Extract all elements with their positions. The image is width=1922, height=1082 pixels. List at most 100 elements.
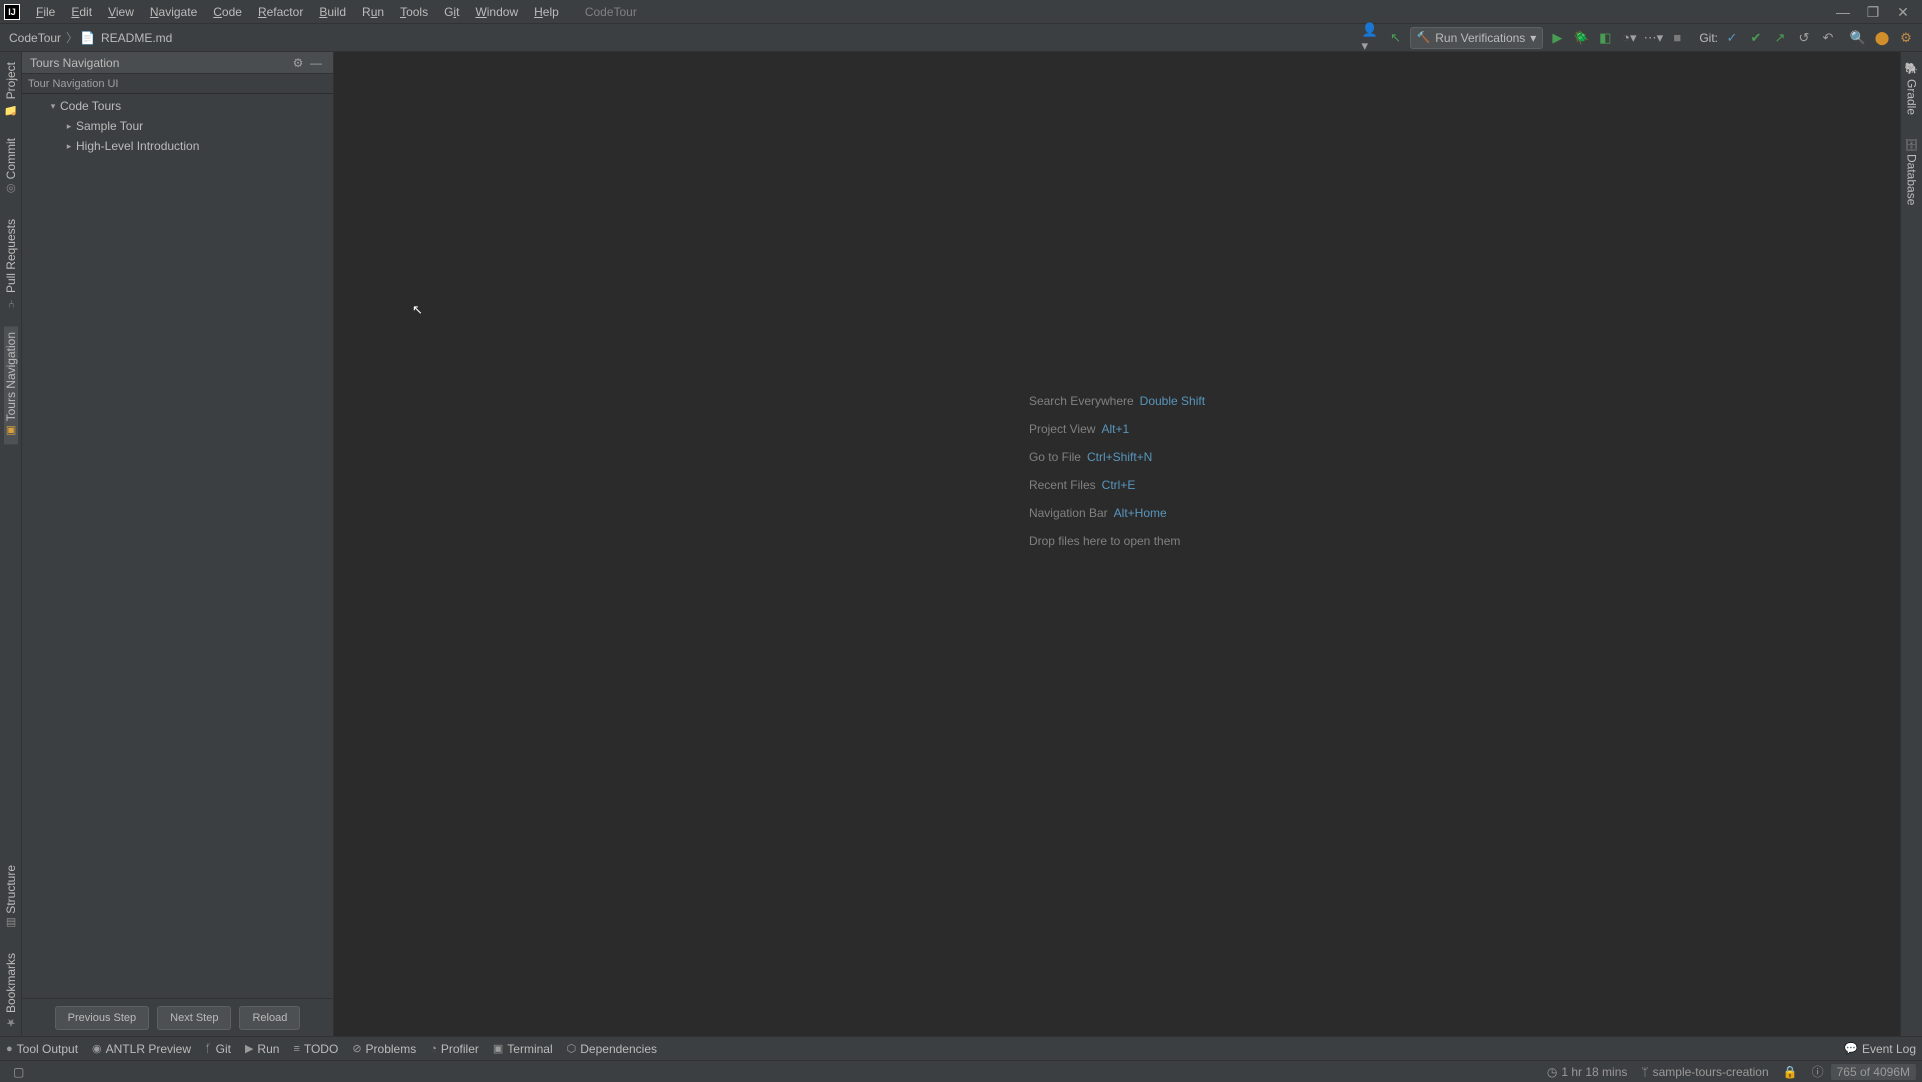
antlr-icon: ◉ — [92, 1042, 102, 1055]
info-icon: ⓘ — [1812, 1063, 1824, 1080]
tab-todo[interactable]: ≡TODO — [293, 1042, 338, 1056]
collapse-arrow-icon[interactable]: ▸ — [62, 141, 76, 152]
attach-button[interactable]: ⋯▾ — [1643, 28, 1663, 48]
vcs-rollback-icon[interactable]: ↶ — [1818, 28, 1838, 48]
debug-button[interactable]: 🪲 — [1571, 28, 1591, 48]
vcs-commit-icon[interactable]: ✔ — [1746, 28, 1766, 48]
hint-recent-files: Recent FilesCtrl+E — [1029, 476, 1205, 492]
tab-tool-output[interactable]: ●Tool Output — [6, 1042, 78, 1056]
tool-output-icon: ● — [6, 1043, 13, 1055]
gradle-icon: 🐘 — [1905, 62, 1919, 76]
previous-step-button[interactable]: Previous Step — [55, 1006, 149, 1030]
tab-run[interactable]: ▶Run — [245, 1042, 279, 1056]
menu-refactor[interactable]: Refactor — [250, 0, 311, 24]
hint-go-to-file: Go to FileCtrl+Shift+N — [1029, 448, 1205, 464]
run-button[interactable]: ▶ — [1547, 28, 1567, 48]
vcs-push-icon[interactable]: ↗ — [1770, 28, 1790, 48]
stripe-database[interactable]: 🗄Database — [1905, 131, 1919, 211]
tool-window-gear-icon[interactable]: ⚙ — [289, 56, 307, 70]
stripe-pull-requests[interactable]: ⑂Pull Requests — [4, 213, 18, 316]
next-step-button[interactable]: Next Step — [157, 1006, 231, 1030]
stripe-tours-navigation[interactable]: ▣Tours Navigation — [4, 326, 18, 444]
menu-git[interactable]: Git — [436, 0, 467, 24]
hint-project-view: Project ViewAlt+1 — [1029, 420, 1205, 436]
status-bar: ▢ ◷1 hr 18 mins ᛘsample-tours-creation 🔒… — [0, 1060, 1922, 1082]
chevron-down-icon: ▾ — [1530, 31, 1536, 45]
ide-updates-icon[interactable]: ⬤ — [1872, 28, 1892, 48]
folder-icon: 📁 — [4, 102, 18, 116]
terminal-icon: ▣ — [493, 1042, 503, 1055]
tool-window-title: Tours Navigation — [30, 56, 119, 70]
menu-code[interactable]: Code — [205, 0, 250, 24]
menu-edit[interactable]: Edit — [63, 0, 100, 24]
markdown-file-icon: 📄 — [80, 31, 95, 45]
tab-antlr-preview[interactable]: ◉ANTLR Preview — [92, 1042, 191, 1056]
tree-node-sample-tour[interactable]: ▸ Sample Tour — [22, 116, 333, 136]
menu-run[interactable]: Run — [354, 0, 392, 24]
stripe-bookmarks[interactable]: ★Bookmarks — [4, 947, 18, 1036]
menu-navigate[interactable]: Navigate — [142, 0, 205, 24]
coverage-button[interactable]: ◧ — [1595, 28, 1615, 48]
database-icon: 🗄 — [1905, 137, 1919, 151]
menu-bar: IJ File Edit View Navigate Code Refactor… — [0, 0, 1922, 24]
stripe-commit[interactable]: ◎Commit — [4, 132, 18, 202]
tab-problems[interactable]: ⊘Problems — [352, 1042, 416, 1056]
stripe-structure[interactable]: ▤Structure — [4, 859, 18, 937]
breadcrumb-sep: 〉 — [64, 29, 80, 46]
memory-indicator[interactable]: 765 of 4096M — [1831, 1064, 1916, 1080]
reload-button[interactable]: Reload — [239, 1006, 300, 1030]
vcs-history-icon[interactable]: ↺ — [1794, 28, 1814, 48]
tree-node-high-level-intro[interactable]: ▸ High-Level Introduction — [22, 136, 333, 156]
tab-terminal[interactable]: ▣Terminal — [493, 1042, 553, 1056]
expand-arrow-icon[interactable]: ▾ — [46, 101, 60, 112]
right-tool-stripe: 🐘Gradle 🗄Database — [1900, 52, 1922, 1036]
window-close[interactable]: ✕ — [1888, 0, 1918, 24]
window-minimize[interactable]: — — [1828, 0, 1858, 24]
tool-window-footer: Previous Step Next Step Reload — [22, 998, 333, 1036]
status-branch[interactable]: ᛘsample-tours-creation — [1634, 1065, 1775, 1079]
collapse-arrow-icon[interactable]: ▸ — [62, 121, 76, 132]
status-encoding-icon[interactable]: ⓘ — [1805, 1063, 1831, 1080]
tours-tree[interactable]: ▾ Code Tours ▸ Sample Tour ▸ High-Level … — [22, 94, 333, 998]
run-config-selector[interactable]: 🔨 Run Verifications ▾ — [1410, 27, 1544, 49]
breadcrumb-root[interactable]: CodeTour — [6, 31, 64, 45]
status-indexing-icon[interactable]: 🔒 — [1776, 1065, 1805, 1079]
tree-node-code-tours[interactable]: ▾ Code Tours — [22, 96, 333, 116]
hint-nav-bar: Navigation BarAlt+Home — [1029, 504, 1205, 520]
editor-empty-state[interactable]: ↖ Search EverywhereDouble Shift Project … — [334, 52, 1900, 1036]
code-with-me-icon[interactable]: 👤▾ — [1362, 28, 1382, 48]
menu-view[interactable]: View — [100, 0, 142, 24]
tour-icon: ▣ — [4, 424, 18, 438]
tab-profiler[interactable]: ◔Profiler — [430, 1042, 479, 1056]
deps-icon: ⬡ — [567, 1042, 577, 1055]
status-tool-windows-quick[interactable]: ▢ — [6, 1065, 31, 1079]
navigation-bar: CodeTour 〉 📄 README.md 👤▾ ↖ 🔨 Run Verifi… — [0, 24, 1922, 52]
tab-event-log[interactable]: 💬Event Log — [1844, 1042, 1916, 1056]
stop-button[interactable]: ■ — [1667, 28, 1687, 48]
todo-icon: ≡ — [293, 1043, 299, 1055]
branch-icon: ᛘ — [1641, 1065, 1648, 1079]
vcs-update-icon[interactable]: ✓ — [1722, 28, 1742, 48]
menu-help[interactable]: Help — [526, 0, 567, 24]
search-icon[interactable]: 🔍 — [1848, 28, 1868, 48]
menu-window[interactable]: Window — [467, 0, 526, 24]
back-nav-icon[interactable]: ↖ — [1386, 28, 1406, 48]
window-maximize[interactable]: ❐ — [1858, 0, 1888, 24]
mouse-cursor-icon: ↖ — [412, 302, 422, 316]
stripe-project[interactable]: 📁Project — [4, 56, 18, 122]
menu-build[interactable]: Build — [311, 0, 354, 24]
quick-hints: Search EverywhereDouble Shift Project Vi… — [1029, 392, 1205, 548]
tab-dependencies[interactable]: ⬡Dependencies — [567, 1042, 657, 1056]
menu-tools[interactable]: Tools — [392, 0, 436, 24]
event-log-icon: 💬 — [1844, 1042, 1858, 1055]
tool-window-hide-icon[interactable]: — — [307, 56, 325, 70]
ide-settings-icon[interactable]: ⚙ — [1896, 28, 1916, 48]
status-time[interactable]: ◷1 hr 18 mins — [1540, 1065, 1635, 1079]
breadcrumb-file[interactable]: README.md — [98, 31, 175, 45]
git-icon: ᚶ — [205, 1043, 212, 1055]
profile-button[interactable]: ◔▾ — [1619, 28, 1639, 48]
menu-file[interactable]: File — [28, 0, 63, 24]
tab-git[interactable]: ᚶGit — [205, 1042, 231, 1056]
tours-navigation-tool-window: Tours Navigation ⚙ — Tour Navigation UI … — [22, 52, 334, 1036]
stripe-gradle[interactable]: 🐘Gradle — [1905, 56, 1919, 121]
